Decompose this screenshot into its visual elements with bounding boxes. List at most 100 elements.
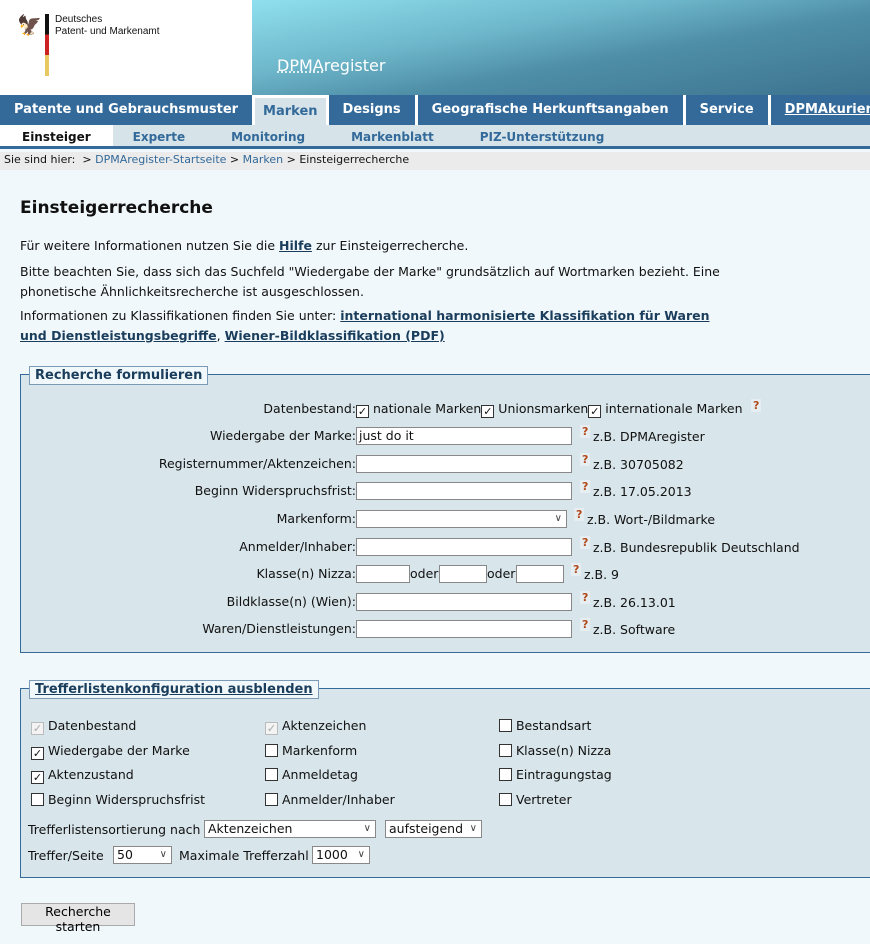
column-option: Klasse(n) Nizza [499,743,611,758]
nav-designs[interactable]: Designs [328,95,415,125]
notice-paragraph: Bitte beachten Sie, dass sich das Suchfe… [20,264,720,299]
sub-nav: Einsteiger Experte Monitoring Markenblat… [0,125,870,149]
text: , [216,328,225,343]
or-text: oder [410,566,439,581]
nav-marken[interactable]: Marken [255,98,326,125]
nizza-input-2[interactable] [439,565,487,583]
field-label: Beginn Widerspruchsfrist: [194,483,356,498]
search-submit-button[interactable]: Recherche starten [21,903,135,934]
column-option: ✓ Aktenzeichen [265,718,366,735]
column-checkbox[interactable]: ✓ [31,771,44,784]
column-option: Vertreter [499,792,572,807]
field-label: Waren/Dienstleistungen: [202,621,356,636]
search-legend: Recherche formulieren [29,366,209,385]
help-icon[interactable]: ? [574,508,585,521]
help-icon[interactable]: ? [580,618,591,631]
max-label: Maximale Trefferzahl [179,848,309,863]
page-title: Einsteigerrecherche [20,198,213,218]
config-legend-toggle[interactable]: Trefferlistenkonfiguration ausblenden [29,680,319,699]
column-checkbox: ✓ [31,722,44,735]
column-checkbox[interactable] [499,719,512,732]
nav-dpmakurier[interactable]: DPMAkurier [770,95,870,125]
column-checkbox[interactable] [31,792,44,806]
help-icon[interactable]: ? [580,591,591,604]
column-checkbox[interactable]: ✓ [31,746,44,760]
subnav-experte[interactable]: Experte [113,125,211,146]
help-icon[interactable]: ? [580,480,591,493]
breadcrumb-marken[interactable]: Marken [243,153,283,166]
app-title[interactable]: DPMAregister [277,56,385,75]
field-input[interactable] [356,538,572,556]
help-icon[interactable]: ? [580,453,591,466]
help-link[interactable]: Hilfe [279,238,312,253]
column-label: Bestandsart [515,718,592,733]
field-input[interactable] [356,593,572,611]
logo-line1: Deutsches [55,14,103,25]
column-option: Markenform [265,743,357,758]
logo[interactable]: Deutsches Patent- und Markenamt [55,14,160,38]
subnav-monitoring[interactable]: Monitoring [211,125,331,146]
column-label: Vertreter [515,791,572,807]
max-select[interactable]: 1000 ∨ [312,846,370,864]
text: zur Einsteigerrecherche. [311,238,469,253]
nav-service[interactable]: Service [685,95,768,125]
column-option: Anmeldetag [265,767,358,782]
chevron-down-icon: ∨ [554,513,562,524]
per-page-select[interactable]: 50 ∨ [113,846,172,864]
breadcrumb-sep: > [286,153,296,166]
column-checkbox[interactable] [265,768,278,781]
column-checkbox[interactable] [499,768,512,781]
logo-flag-bar [45,14,49,76]
chevron-down-icon: ∨ [363,823,371,834]
subnav-markenblatt[interactable]: Markenblatt [331,125,460,146]
column-option: Beginn Widerspruchsfrist [31,792,205,807]
sort-select[interactable]: Aktenzeichen ∨ [204,820,376,838]
field-example: z.B. DPMAregister [593,429,705,444]
column-checkbox[interactable] [265,743,278,757]
column-checkbox[interactable] [499,743,512,757]
help-icon[interactable]: ? [580,425,591,438]
column-label: Beginn Widerspruchsfrist [47,791,206,807]
nav-patente[interactable]: Patente und Gebrauchsmuster [0,95,253,125]
markenform-select[interactable]: ∨ [356,510,567,528]
field-input[interactable]: just do it [356,427,572,445]
checkbox-international[interactable]: ✓ [588,405,602,418]
checkbox-union[interactable]: ✓ [481,405,495,418]
main-nav: Patente und Gebrauchsmuster Marken Desig… [0,95,870,125]
column-label: Eintragungstag [515,767,612,782]
label: internationale Marken [605,401,743,416]
or-text: oder [487,566,516,581]
classification-paragraph: Informationen zu Klassifikationen finden… [20,306,740,346]
nizza-input-3[interactable] [516,565,564,583]
column-checkbox[interactable] [499,792,512,806]
config-fieldset: Trefferlistenkonfiguration ausblenden ✓ … [20,680,870,878]
field-example: z.B. 9 [584,567,620,582]
field-example: z.B. 26.13.01 [593,595,676,610]
column-checkbox[interactable] [265,792,278,806]
column-label: Aktenzustand [47,767,134,782]
checkbox-nationale[interactable]: ✓ [356,405,369,418]
order-value: aufsteigend [389,821,464,836]
field-input[interactable] [356,482,572,500]
nav-geografische[interactable]: Geografische Herkunftsangaben [417,95,683,125]
nizza-input-1[interactable] [356,565,410,583]
column-checkbox: ✓ [265,722,278,735]
per-page-value: 50 [117,847,133,862]
field-label: Markenform: [276,511,356,526]
help-icon[interactable]: ? [751,399,762,412]
subnav-einsteiger[interactable]: Einsteiger [0,125,113,146]
breadcrumb-sep: > [82,153,92,166]
breadcrumb-start[interactable]: DPMAregister-Startseite [95,153,226,166]
datenbestand-label: Datenbestand: [263,401,356,416]
order-select[interactable]: aufsteigend ∨ [385,820,482,838]
field-example: z.B. Software [593,622,676,637]
field-input[interactable] [356,455,572,473]
subnav-piz[interactable]: PIZ-Unterstützung [460,125,631,146]
banner: DPMAregister [252,0,870,95]
column-label: Aktenzeichen [281,718,367,733]
field-label: Klasse(n) Nizza: [256,566,356,581]
wien-link[interactable]: Wiener-Bildklassifikation (PDF) [225,328,445,343]
field-input[interactable] [356,620,572,638]
help-icon[interactable]: ? [580,536,591,549]
help-icon[interactable]: ? [571,563,582,576]
